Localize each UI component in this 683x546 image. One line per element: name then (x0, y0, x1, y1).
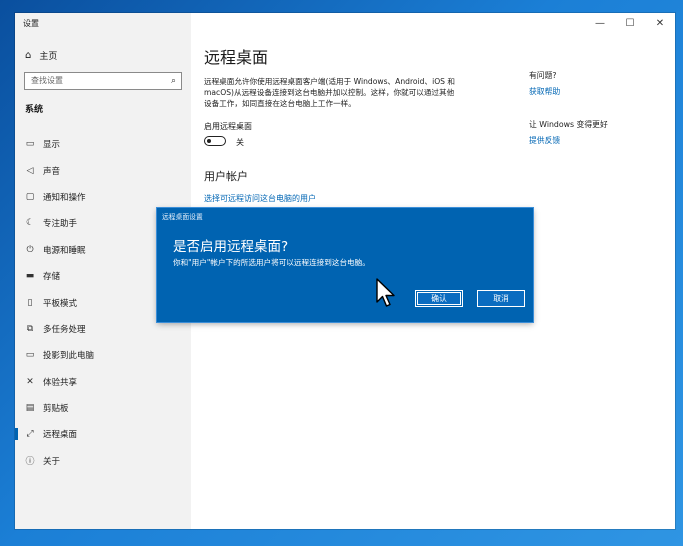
sidebar-item-clipboard[interactable]: ▤ 剪贴板 (15, 395, 191, 421)
toggle-label: 启用远程桌面 (204, 122, 252, 131)
sidebar-item-label: 显示 (43, 140, 61, 151)
get-help-link[interactable]: 获取帮助 (529, 86, 669, 97)
multitasking-icon: ⧉ (26, 323, 34, 334)
confirm-button[interactable]: 确认 (415, 290, 463, 307)
mouse-cursor-icon (376, 278, 395, 307)
sidebar-item-projecting[interactable]: ▭ 投影到此电脑 (15, 342, 191, 368)
sound-icon: ◁ (26, 165, 34, 176)
sidebar-item-label: 电源和睡眠 (43, 245, 86, 256)
close-button[interactable]: ✕ (645, 13, 675, 35)
sidebar-item-label: 存储 (43, 272, 61, 283)
dialog-title: 远程桌面设置 (162, 213, 203, 221)
home-icon: ⌂ (25, 50, 32, 61)
sidebar-item-label: 远程桌面 (43, 430, 78, 441)
remote-desktop-dialog: 远程桌面设置 是否启用远程桌面? 你和"用户"帐户下的所选用户将可以远程连接到这… (157, 208, 533, 322)
shared-experiences-icon: ✕ (26, 376, 34, 387)
dialog-heading: 是否启用远程桌面? (173, 239, 289, 255)
maximize-button[interactable]: ☐ (615, 13, 645, 35)
help-panel: 有问题? 获取帮助 让 Windows 变得更好 提供反馈 (529, 70, 669, 146)
page-description: 远程桌面允许你使用远程桌面客户端(适用于 Windows、Android、iOS… (204, 77, 456, 108)
focus-assist-icon: ☾ (25, 218, 35, 229)
cancel-button[interactable]: 取消 (477, 290, 525, 307)
sidebar-item-label: 体验共享 (43, 377, 78, 388)
sidebar-item-label: 声音 (43, 166, 61, 177)
toggle-state: 关 (236, 138, 244, 147)
search-placeholder: 查找设置 (31, 76, 63, 85)
display-icon: ▭ (25, 139, 35, 150)
window-title: 设置 (23, 19, 39, 28)
window-controls: — ☐ ✕ (585, 13, 675, 35)
help-question: 有问题? (529, 71, 557, 80)
sidebar-item-notifications[interactable]: ▢ 通知和操作 (15, 184, 191, 210)
tablet-mode-icon: ▯ (27, 297, 33, 308)
sidebar-item-label: 投影到此电脑 (43, 351, 95, 362)
clipboard-icon: ▤ (25, 403, 35, 414)
power-icon: ⏻ (26, 244, 34, 255)
sidebar-home[interactable]: ⌂ 主页 (25, 49, 57, 62)
improve-windows-text: 让 Windows 变得更好 (529, 120, 608, 129)
search-icon[interactable]: ⌕ (171, 73, 176, 89)
about-icon: ⓘ (25, 457, 35, 468)
sidebar-section-label: 系统 (25, 105, 44, 115)
sidebar-item-about[interactable]: ⓘ 关于 (15, 448, 191, 474)
projecting-icon: ▭ (25, 350, 35, 361)
sidebar-item-label: 多任务处理 (43, 324, 86, 335)
sidebar-item-display[interactable]: ▭ 显示 (15, 131, 191, 157)
give-feedback-link[interactable]: 提供反馈 (529, 135, 669, 146)
search-input[interactable]: 查找设置 ⌕ (24, 72, 182, 90)
sidebar-item-label: 平板模式 (43, 298, 78, 309)
sidebar-item-sound[interactable]: ◁ 声音 (15, 157, 191, 183)
select-users-link[interactable]: 选择可远程访问这台电脑的用户 (204, 193, 316, 204)
storage-icon: ▬ (25, 271, 35, 282)
dialog-message: 你和"用户"帐户下的所选用户将可以远程连接到这台电脑。 (173, 258, 370, 267)
remote-desktop-toggle[interactable] (204, 136, 226, 146)
sidebar-item-remote-desktop[interactable]: ⤢ 远程桌面 (15, 421, 191, 447)
user-accounts-heading: 用户帐户 (204, 170, 248, 183)
sidebar-item-label: 关于 (43, 456, 61, 467)
remote-desktop-icon: ⤢ (26, 429, 34, 440)
sidebar-item-label: 专注助手 (43, 219, 78, 230)
home-label: 主页 (39, 52, 58, 62)
sidebar-item-label: 通知和操作 (43, 192, 86, 203)
minimize-button[interactable]: — (585, 13, 615, 35)
sidebar-item-label: 剪贴板 (43, 404, 69, 415)
sidebar-item-shared-experiences[interactable]: ✕ 体验共享 (15, 369, 191, 395)
page-title: 远程桌面 (204, 48, 269, 67)
notifications-icon: ▢ (25, 191, 35, 202)
